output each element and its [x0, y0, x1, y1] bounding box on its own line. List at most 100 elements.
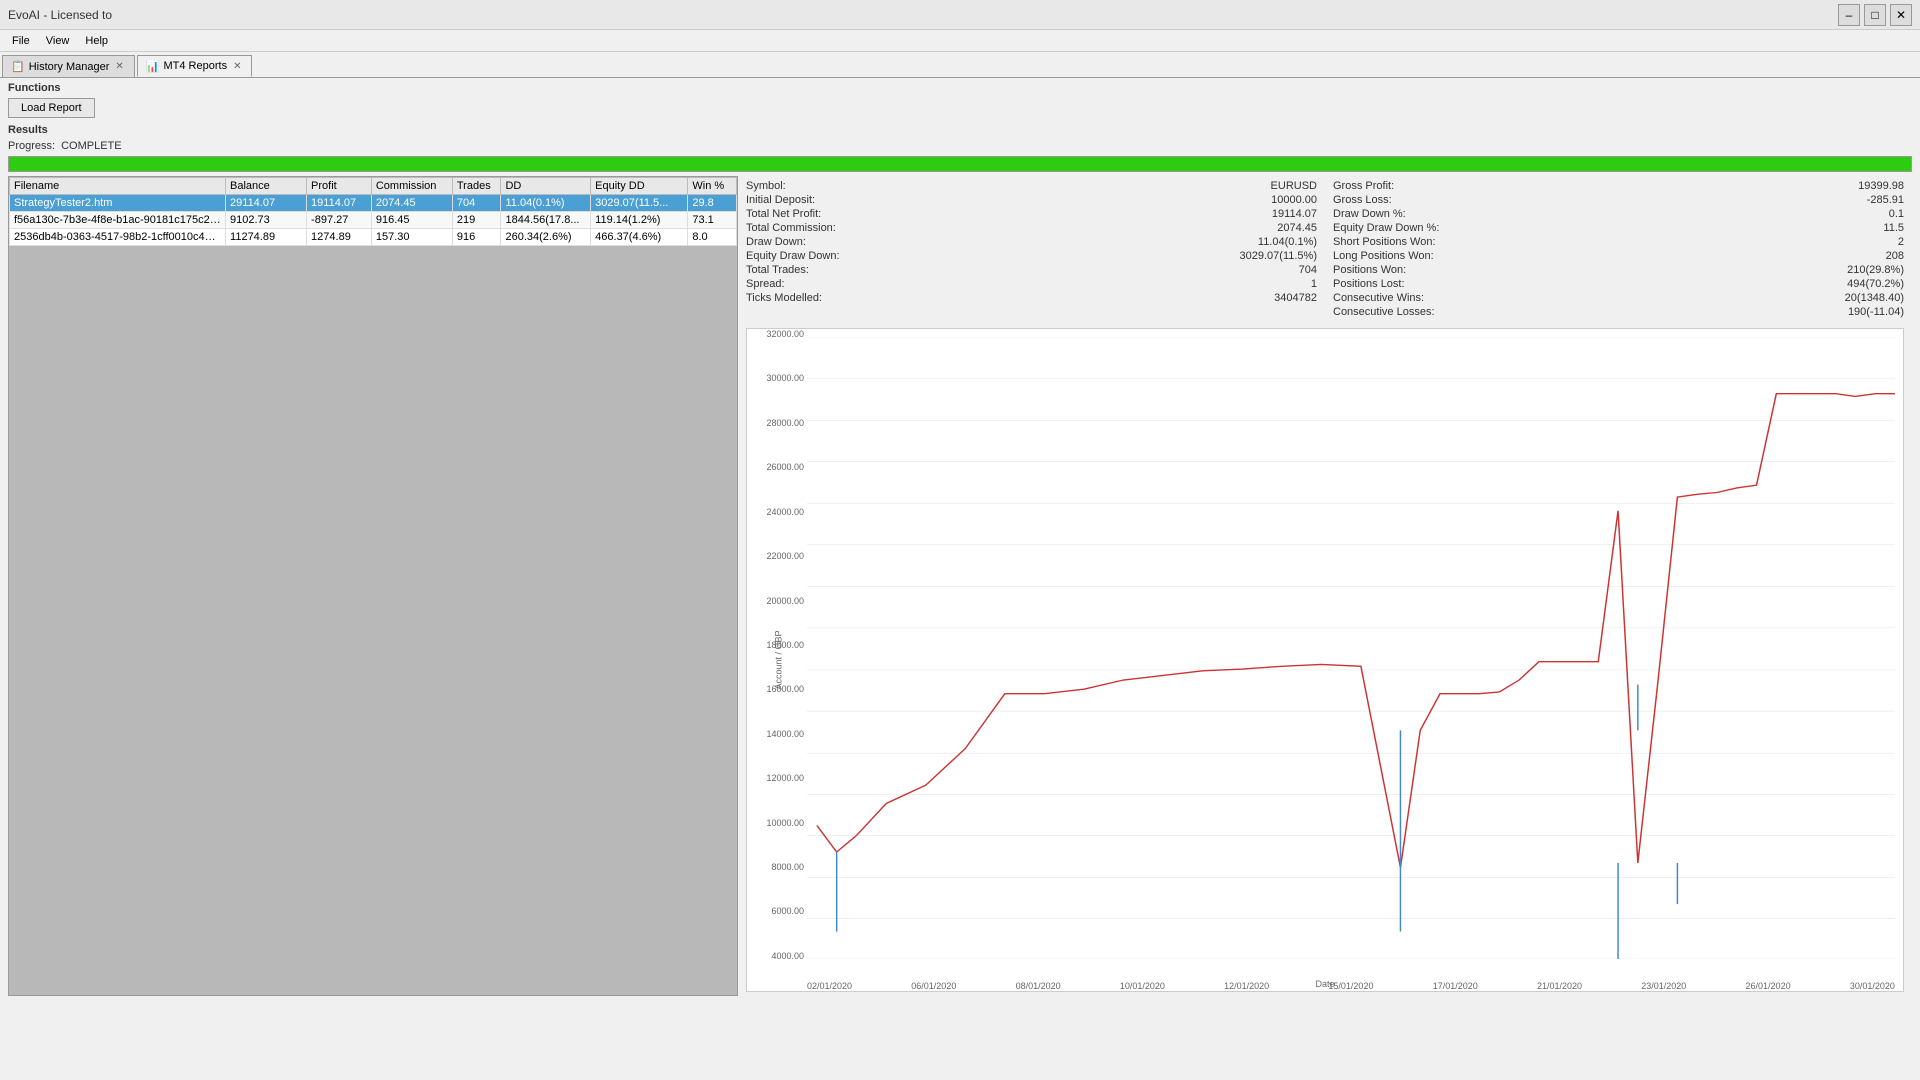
stat-value: 3404782	[1274, 292, 1317, 304]
stats-area: Symbol:EURUSDInitial Deposit:10000.00Tot…	[746, 180, 1904, 320]
stat-value: 11.04(0.1%)	[1258, 236, 1317, 248]
content-area: Filename Balance Profit Commission Trade…	[8, 176, 1912, 996]
col-profit: Profit	[307, 178, 372, 195]
stat-row: Equity Draw Down %:11.5	[1333, 222, 1904, 234]
y-axis-label: 26000.00	[766, 462, 804, 472]
stat-label: Long Positions Won:	[1333, 250, 1434, 262]
y-axis-label: 8000.00	[771, 862, 804, 872]
table-row[interactable]: 2536db4b-0363-4517-98b2-1cff0010c439.htm…	[10, 229, 737, 246]
stat-value: 3029.07(11.5%)	[1240, 250, 1317, 262]
stat-row: Spread:1	[746, 278, 1317, 290]
x-axis-label: 30/01/2020	[1850, 981, 1895, 991]
stat-row: Consecutive Losses: 190(-11.04)	[1333, 306, 1904, 318]
stat-label: Draw Down:	[746, 236, 806, 248]
table-cell: 29.8	[688, 195, 737, 212]
stat-row: Gross Profit:19399.98	[1333, 180, 1904, 192]
mt4-reports-tab-close[interactable]: ✕	[231, 61, 243, 72]
stat-row: Consecutive Wins: 20(1348.40)	[1333, 292, 1904, 304]
x-axis-label: 21/01/2020	[1537, 981, 1582, 991]
progress-bar-container	[8, 156, 1912, 172]
chart-svg	[807, 337, 1895, 959]
stat-value: 19399.98	[1858, 180, 1904, 192]
y-axis-label: 32000.00	[766, 329, 804, 339]
maximize-button[interactable]: □	[1864, 4, 1886, 26]
stat-label: Total Net Profit:	[746, 208, 821, 220]
x-axis-label: 08/01/2020	[1016, 981, 1061, 991]
stat-row: Total Net Profit: 19114.07	[746, 208, 1317, 220]
stat-value: EURUSD	[1271, 180, 1317, 192]
tab-mt4-reports[interactable]: 📊 MT4 Reports ✕	[137, 55, 253, 77]
right-panel: Symbol:EURUSDInitial Deposit:10000.00Tot…	[738, 176, 1912, 996]
stat-label: Positions Won:	[1333, 264, 1406, 276]
tab-history-manager[interactable]: 📋 History Manager ✕	[2, 55, 135, 77]
table-cell: 73.1	[688, 212, 737, 229]
stat-value: 11.5	[1883, 222, 1904, 234]
stat-row: Equity Draw Down:3029.07(11.5%)	[746, 250, 1317, 262]
stat-value: 2074.45	[1277, 222, 1317, 234]
minimize-button[interactable]: –	[1838, 4, 1860, 26]
x-axis-label: 06/01/2020	[911, 981, 956, 991]
y-axis-label: 16000.00	[766, 684, 804, 694]
stat-value: 704	[1299, 264, 1317, 276]
stat-label: Consecutive Losses:	[1333, 306, 1435, 318]
progress-value: COMPLETE	[61, 140, 122, 152]
progress-label: Progress:	[8, 140, 55, 152]
table-body: StrategyTester2.htm29114.0719114.072074.…	[10, 195, 737, 246]
table-cell: 916.45	[371, 212, 452, 229]
table-cell: -897.27	[307, 212, 372, 229]
col-balance: Balance	[226, 178, 307, 195]
y-axis-label: 28000.00	[766, 418, 804, 428]
functions-section: Functions Load Report	[8, 82, 1912, 118]
x-axis-label: 23/01/2020	[1641, 981, 1686, 991]
stats-col-1: Symbol:EURUSDInitial Deposit:10000.00Tot…	[746, 180, 1317, 320]
table-cell: 8.0	[688, 229, 737, 246]
col-dd: DD	[501, 178, 591, 195]
history-manager-tab-label: History Manager	[29, 61, 110, 73]
results-label: Results	[8, 124, 1912, 136]
col-win-pct: Win %	[688, 178, 737, 195]
table-cell: f56a130c-7b3e-4f8e-b1ac-90181c175c2a.htm	[10, 212, 226, 229]
window-title: EvoAI - Licensed to	[8, 8, 112, 22]
title-bar: EvoAI - Licensed to – □ ✕	[0, 0, 1920, 30]
stat-row: Symbol: EURUSD	[746, 180, 1317, 192]
stat-value: 20(1348.40)	[1845, 292, 1904, 304]
stat-row: Long Positions Won:208	[1333, 250, 1904, 262]
stat-value: 190(-11.04)	[1848, 306, 1904, 318]
close-button[interactable]: ✕	[1890, 4, 1912, 26]
load-report-button[interactable]: Load Report	[8, 98, 95, 118]
stat-value: 19114.07	[1272, 208, 1317, 220]
stat-label: Spread:	[746, 278, 785, 290]
menu-view[interactable]: View	[38, 33, 78, 49]
x-axis-label: 10/01/2020	[1120, 981, 1165, 991]
table-cell: 29114.07	[226, 195, 307, 212]
stat-label: Gross Loss:	[1333, 194, 1392, 206]
menu-help[interactable]: Help	[77, 33, 116, 49]
balance-line	[817, 394, 1895, 868]
y-axis-label: 30000.00	[766, 373, 804, 383]
stat-label: Symbol:	[746, 180, 786, 192]
table-cell: 3029.07(11.5...	[591, 195, 688, 212]
table-cell: 119.14(1.2%)	[591, 212, 688, 229]
table-cell: 19114.07	[307, 195, 372, 212]
table-cell: 219	[452, 212, 501, 229]
x-axis-label: 12/01/2020	[1224, 981, 1269, 991]
table-row[interactable]: StrategyTester2.htm29114.0719114.072074.…	[10, 195, 737, 212]
stat-row: Total Trades:704	[746, 264, 1317, 276]
table-cell: 1844.56(17.8...	[501, 212, 591, 229]
stat-label: Consecutive Wins:	[1333, 292, 1424, 304]
table-cell: 2074.45	[371, 195, 452, 212]
history-manager-tab-close[interactable]: ✕	[113, 61, 125, 72]
menu-bar: File View Help	[0, 30, 1920, 52]
y-axis-label: 14000.00	[766, 729, 804, 739]
menu-file[interactable]: File	[4, 33, 38, 49]
stat-label: Draw Down %:	[1333, 208, 1406, 220]
col-filename: Filename	[10, 178, 226, 195]
table-row[interactable]: f56a130c-7b3e-4f8e-b1ac-90181c175c2a.htm…	[10, 212, 737, 229]
table-cell: 9102.73	[226, 212, 307, 229]
col-commission: Commission	[371, 178, 452, 195]
y-axis-labels: 32000.0030000.0028000.0026000.0024000.00…	[749, 329, 804, 961]
table-cell: 11.04(0.1%)	[501, 195, 591, 212]
window-controls: – □ ✕	[1838, 4, 1912, 26]
table-cell: 466.37(4.6%)	[591, 229, 688, 246]
y-axis-label: 6000.00	[771, 906, 804, 916]
